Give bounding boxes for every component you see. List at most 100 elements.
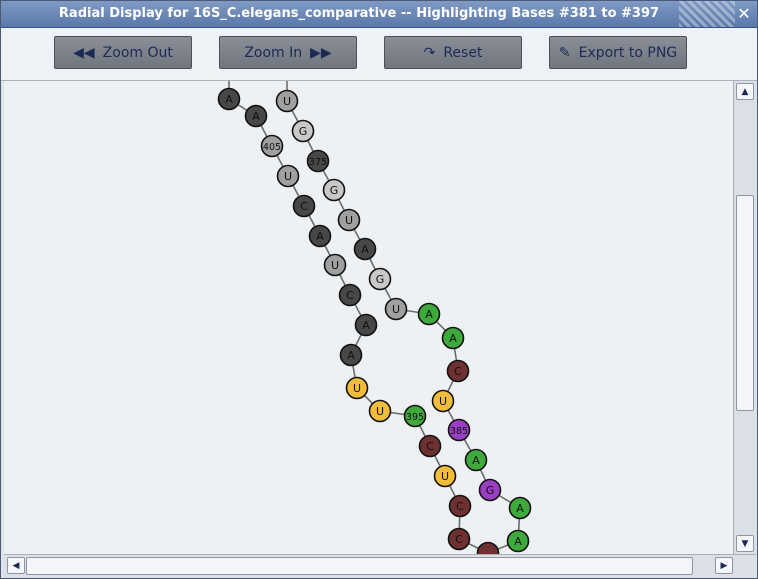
base-node[interactable]: U — [276, 164, 300, 188]
base-node[interactable]: A — [417, 302, 441, 326]
base-label: G — [486, 484, 495, 497]
base-node[interactable]: A — [441, 326, 465, 350]
base-node[interactable]: G — [368, 267, 392, 291]
base-label: U — [439, 395, 447, 408]
down-arrow-icon: ▼ — [741, 538, 749, 549]
base-label: U — [284, 170, 292, 183]
base-label: U — [353, 382, 361, 395]
base-label: U — [392, 303, 400, 316]
base-node[interactable]: G — [291, 119, 315, 143]
base-node[interactable] — [476, 541, 500, 555]
horizontal-scroll-thumb[interactable] — [26, 557, 693, 575]
scroll-down-button[interactable]: ▼ — [736, 535, 754, 552]
base-node[interactable]: U — [433, 464, 457, 488]
base-label: 395 — [406, 412, 424, 423]
window-title: Radial Display for 16S_C.elegans_compara… — [58, 6, 660, 21]
base-node[interactable]: A — [217, 87, 241, 111]
base-label: G — [299, 125, 308, 138]
base-label: 375 — [309, 157, 327, 168]
base-node[interactable]: C — [447, 527, 471, 551]
scroll-left-button[interactable]: ◀ — [7, 557, 25, 574]
base-label: U — [441, 470, 449, 483]
base-node[interactable]: A — [506, 529, 530, 553]
rna-structure-canvas[interactable]: A A 405 U C A U C A A U U 395 C U C C A A G A 385 U C A A U G A U G 375… — [4, 81, 733, 554]
vertical-scroll-thumb[interactable] — [736, 195, 754, 411]
scroll-right-button[interactable]: ▶ — [715, 557, 733, 574]
base-label: A — [225, 93, 233, 106]
base-label: A — [514, 535, 522, 548]
base-label: C — [300, 200, 308, 213]
base-node[interactable]: C — [418, 434, 442, 458]
base-label: 405 — [263, 142, 281, 153]
base-label: A — [472, 454, 480, 467]
title-bar[interactable]: Radial Display for 16S_C.elegans_compara… — [1, 1, 757, 28]
base-label: A — [316, 230, 324, 243]
base-node[interactable]: U — [323, 253, 347, 277]
close-icon: ✕ — [737, 4, 751, 23]
zoom-in-label: Zoom In — [244, 44, 303, 61]
base-label: A — [362, 319, 370, 332]
base-node[interactable]: C — [292, 194, 316, 218]
close-window-button[interactable]: ✕ — [735, 5, 753, 23]
base-node[interactable]: A — [244, 104, 268, 128]
export-edit-icon: ✎ — [558, 44, 571, 61]
export-label: Export to PNG — [578, 44, 678, 61]
reset-label: Reset — [443, 44, 483, 61]
base-label: C — [455, 533, 463, 546]
rna-structure-svg: A A 405 U C A U C A A U U 395 C U C C A A G A 385 U C A A U G A U G 375… — [217, 81, 532, 555]
base-label: U — [331, 259, 339, 272]
base-node[interactable]: A — [464, 448, 488, 472]
base-label: C — [454, 365, 462, 378]
base-node[interactable]: U — [345, 376, 369, 400]
redo-arrow-icon: ↷ — [423, 44, 436, 61]
base-node[interactable]: A — [354, 313, 378, 337]
up-arrow-icon: ▲ — [741, 86, 749, 97]
base-node[interactable]: A — [308, 224, 332, 248]
base-node[interactable]: C — [338, 283, 362, 307]
base-node[interactable]: 375 — [306, 149, 330, 173]
right-arrow-icon: ▶ — [720, 560, 728, 571]
base-label: C — [456, 500, 464, 513]
base-label: A — [449, 332, 457, 345]
scroll-up-button[interactable]: ▲ — [736, 83, 754, 100]
zoom-out-label: Zoom Out — [102, 44, 173, 61]
base-node[interactable]: C — [448, 494, 472, 518]
base-label: A — [252, 110, 260, 123]
base-label: C — [346, 289, 354, 302]
double-right-arrow-icon: ▶▶ — [310, 44, 332, 61]
base-circle — [476, 541, 500, 554]
base-label: A — [347, 349, 355, 362]
base-label: U — [345, 214, 353, 227]
base-label: U — [376, 405, 384, 418]
base-node[interactable]: A — [339, 343, 363, 367]
base-node[interactable]: U — [337, 208, 361, 232]
base-label: U — [283, 95, 291, 108]
reset-button[interactable]: ↷ Reset — [384, 36, 522, 69]
export-png-button[interactable]: ✎ Export to PNG — [549, 36, 687, 69]
vertical-scrollbar[interactable]: ▲ ▼ — [733, 81, 757, 554]
base-node[interactable]: G — [322, 178, 346, 202]
base-node[interactable]: U — [275, 89, 299, 113]
base-node[interactable]: C — [446, 359, 470, 383]
base-node[interactable]: U — [368, 399, 392, 423]
double-left-arrow-icon: ◀◀ — [73, 44, 95, 61]
left-arrow-icon: ◀ — [12, 560, 20, 571]
base-node[interactable]: A — [508, 496, 532, 520]
base-label: 385 — [450, 426, 468, 437]
base-node[interactable]: U — [431, 389, 455, 413]
zoom-out-button[interactable]: ◀◀ Zoom Out — [54, 36, 192, 69]
horizontal-scrollbar[interactable]: ◀ ▶ — [4, 554, 756, 578]
base-label: A — [516, 502, 524, 515]
base-node[interactable]: U — [384, 297, 408, 321]
base-label: A — [361, 243, 369, 256]
title-bar-pattern — [679, 1, 735, 27]
base-node[interactable]: 395 — [403, 404, 427, 428]
base-node[interactable]: 385 — [447, 418, 471, 442]
toolbar: ◀◀ Zoom Out Zoom In ▶▶ ↷ Reset ✎ Export … — [1, 28, 757, 81]
base-node[interactable]: G — [478, 478, 502, 502]
base-node[interactable]: 405 — [260, 134, 284, 158]
base-label: A — [425, 308, 433, 321]
base-node[interactable]: A — [353, 237, 377, 261]
base-label: C — [426, 440, 434, 453]
zoom-in-button[interactable]: Zoom In ▶▶ — [219, 36, 357, 69]
